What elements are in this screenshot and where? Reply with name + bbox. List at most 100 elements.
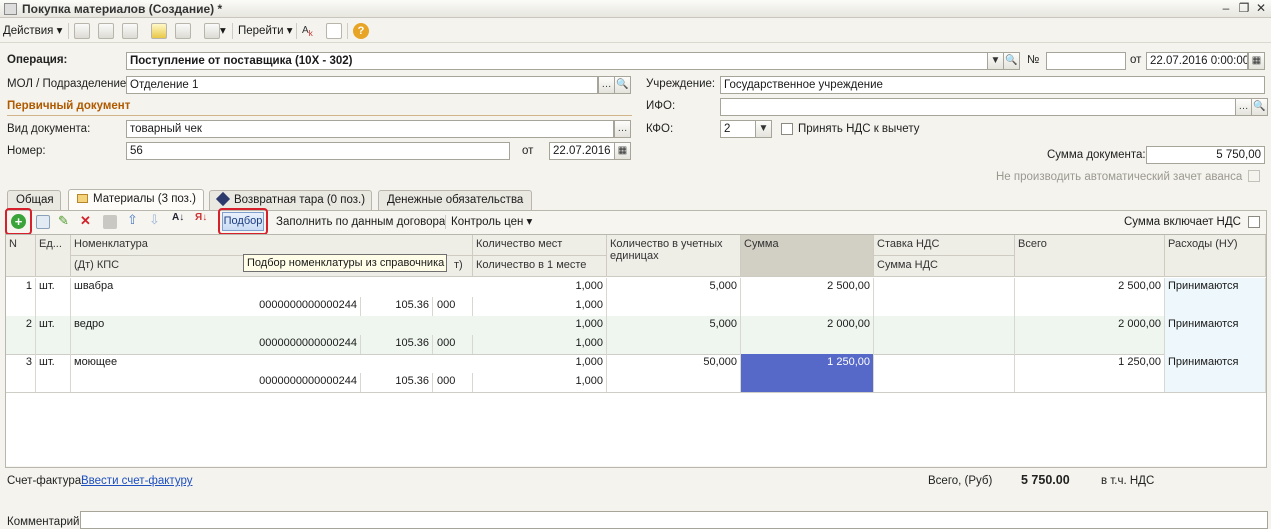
spelling-icon[interactable]: Ak <box>302 23 313 39</box>
col-header-vat-sum[interactable]: Сумма НДС <box>874 256 1015 277</box>
tab-monetary-obligations[interactable]: Денежные обязательства <box>378 190 532 210</box>
podbor-tooltip: Подбор номенклатуры из справочника <box>243 254 447 272</box>
doc-date-field[interactable]: 22.07.2016 <box>549 142 615 160</box>
comment-field[interactable] <box>80 511 1268 529</box>
mol-select-icon[interactable]: … <box>598 76 615 94</box>
edit-row-icon[interactable]: ✎ <box>58 213 69 229</box>
move-up-icon[interactable]: ⇧ <box>127 212 138 228</box>
cell-places: 1,000 <box>473 278 607 297</box>
doc-number-label: Номер: <box>7 145 46 157</box>
date-field[interactable]: 22.07.2016 0:00:00 <box>1146 52 1248 70</box>
col-header-qty-places[interactable]: Количество мест <box>473 235 607 256</box>
cell-expenses: Принимаются <box>1165 278 1266 316</box>
col-header-vat-rate[interactable]: Ставка НДС <box>874 235 1015 256</box>
ifo-search-icon[interactable]: 🔍 <box>1251 98 1268 116</box>
calendar-icon[interactable]: ▦ <box>1248 52 1265 70</box>
cell-unit: шт. <box>36 316 71 354</box>
cell-qty: 5,000 <box>607 278 741 316</box>
sum-includes-vat-checkbox[interactable] <box>1248 216 1260 228</box>
cell-expenses: Принимаются <box>1165 316 1266 354</box>
help-icon[interactable]: ? <box>353 23 369 39</box>
mol-search-icon[interactable]: 🔍 <box>614 76 631 94</box>
col-header-unit[interactable]: Ед... <box>36 235 71 277</box>
copy-row-icon[interactable] <box>36 215 50 229</box>
print-dropdown-icon[interactable]: ▾ <box>220 23 226 39</box>
cell-n: 2 <box>6 316 36 354</box>
number-field[interactable] <box>1046 52 1126 70</box>
app-icon <box>4 3 17 15</box>
doc-calendar-icon[interactable]: ▦ <box>614 142 631 160</box>
col-header-n[interactable]: N <box>6 235 36 277</box>
cell-vat <box>874 354 1015 392</box>
col-header-sum[interactable]: Сумма <box>741 235 874 277</box>
cell-kosgu: 105.36 <box>361 335 433 354</box>
accept-vat-checkbox[interactable] <box>781 123 793 135</box>
end-edit-icon[interactable] <box>103 215 117 229</box>
price-control-label: Контроль цен <box>451 216 524 228</box>
doc-sum-field[interactable]: 5 750,00 <box>1146 146 1265 164</box>
minimize-icon[interactable]: – <box>1218 1 1234 16</box>
sort-ascending-icon[interactable]: A↓ <box>172 212 184 223</box>
move-down-icon[interactable]: ⇩ <box>149 212 160 228</box>
col-header-nomenclature[interactable]: Номенклатура <box>71 235 473 256</box>
ifo-select-icon[interactable]: … <box>1235 98 1252 116</box>
col-header-total[interactable]: Всего <box>1015 235 1165 277</box>
doc-type-select-icon[interactable]: … <box>614 120 631 138</box>
actions-menu[interactable]: Действия ▾ <box>3 23 62 39</box>
sort-descending-icon[interactable]: Я↓ <box>195 212 207 223</box>
doc-type-label: Вид документа: <box>7 123 91 135</box>
tab-general[interactable]: Общая <box>7 190 61 210</box>
tab-materials-label: Материалы (3 поз.) <box>93 193 196 205</box>
cell-sum: 2 500,00 <box>741 278 874 316</box>
window-title: Покупка материалов (Создание) * <box>22 2 223 16</box>
header-divider <box>7 115 632 116</box>
grid-toolbar-separator <box>445 215 446 229</box>
close-icon[interactable]: ✕ <box>1253 1 1269 16</box>
operation-field[interactable]: Поступление от поставщика (10Х - 302) <box>126 52 988 70</box>
attachment-icon[interactable] <box>175 23 191 39</box>
doc-sum-label: Сумма документа: <box>1047 149 1146 161</box>
col-header-expenses[interactable]: Расходы (НУ) <box>1165 235 1266 277</box>
cell-kps: 0000000000000244 <box>71 373 361 392</box>
post-icon[interactable] <box>98 23 114 39</box>
add-row-icon[interactable]: + <box>11 214 26 229</box>
institution-field[interactable]: Государственное учреждение <box>720 76 1265 94</box>
cell-sum-selected[interactable]: 1 250,00 <box>741 354 874 392</box>
mol-field[interactable]: Отделение 1 <box>126 76 598 94</box>
ifo-field[interactable] <box>720 98 1236 116</box>
restore-icon[interactable]: ❐ <box>1236 1 1252 16</box>
col-header-qty-units[interactable]: Количество в учетных единицах <box>607 235 741 277</box>
price-control-menu[interactable]: Контроль цен ▾ <box>451 213 532 231</box>
podbor-button[interactable]: Подбор <box>222 212 264 231</box>
no-advance-checkbox[interactable] <box>1248 170 1260 182</box>
kfo-field[interactable]: 2 <box>720 120 756 138</box>
main-toolbar: Действия ▾ ▾ Перейти ▾ Ak ? <box>0 19 1271 43</box>
print-icon[interactable] <box>204 23 220 39</box>
cell-n: 3 <box>6 354 36 392</box>
operation-search-icon[interactable]: 🔍 <box>1003 52 1020 70</box>
doc-number-field[interactable]: 56 <box>126 142 510 160</box>
copy-icon[interactable] <box>122 23 138 39</box>
vat-included-label: в т.ч. НДС <box>1101 475 1155 487</box>
structure-icon[interactable] <box>326 23 342 39</box>
cell-qty: 50,000 <box>607 354 741 392</box>
operation-dropdown-icon[interactable]: ▼ <box>987 52 1004 70</box>
title-bar: Покупка материалов (Создание) * – ❐ ✕ <box>0 0 1271 18</box>
cell-in-place: 1,000 <box>473 335 607 354</box>
col-header-qty-in-place[interactable]: Количество в 1 месте <box>473 256 607 277</box>
new-document-icon[interactable] <box>151 23 167 39</box>
cell-kosgu: 105.36 <box>361 297 433 316</box>
cell-unit: шт. <box>36 278 71 316</box>
kfo-label: КФО: <box>646 123 674 135</box>
fill-by-contract-button[interactable]: Заполнить по данным договора <box>276 213 445 231</box>
goto-menu[interactable]: Перейти ▾ <box>238 23 293 39</box>
kfo-dropdown-icon[interactable]: ▼ <box>755 120 772 138</box>
tab-materials[interactable]: Материалы (3 поз.) <box>68 189 204 211</box>
enter-invoice-link[interactable]: Ввести счет-фактуру <box>81 475 192 487</box>
doc-type-field[interactable]: товарный чек <box>126 120 614 138</box>
toolbar-separator <box>232 23 233 39</box>
save-icon[interactable] <box>74 23 90 39</box>
delete-row-icon[interactable]: ✕ <box>80 213 91 229</box>
toolbar-separator <box>347 23 348 39</box>
tab-returnable-packaging[interactable]: Возвратная тара (0 поз.) <box>209 190 372 210</box>
